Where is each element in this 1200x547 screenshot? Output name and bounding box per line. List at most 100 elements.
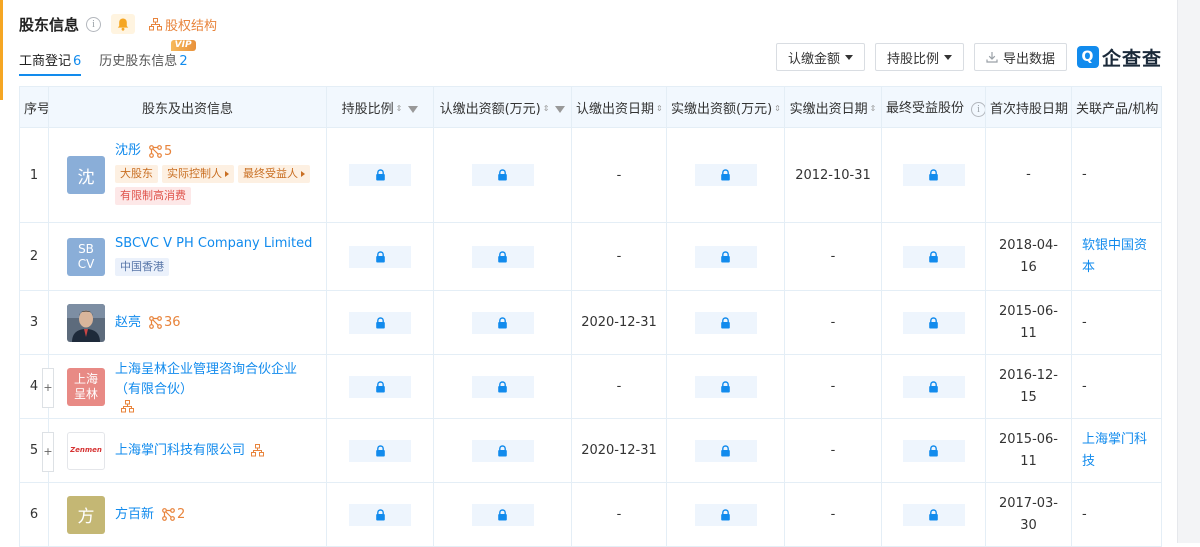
paid-date: - [784, 354, 882, 419]
shareholder-name[interactable]: SBCVC V PH Company Limited [115, 234, 312, 254]
lock-button[interactable] [471, 439, 534, 462]
col-header-shareholder: 股东及出资信息 [48, 86, 327, 128]
filter-icon[interactable] [408, 105, 419, 113]
lock-icon [498, 380, 507, 392]
lock-button[interactable] [471, 503, 534, 526]
lock-icon [498, 169, 507, 181]
subscribed-amount-dropdown[interactable]: 认缴金额 [775, 43, 865, 71]
export-label: 导出数据 [1002, 51, 1055, 67]
paid-date: - [784, 290, 882, 355]
share-ratio-dropdown[interactable]: 持股比例 [874, 43, 964, 71]
lock-button[interactable] [349, 503, 411, 526]
col-header-related: 关联产品/机构 [1071, 86, 1162, 128]
col-header-paid-date[interactable]: 实缴出资日期 ⇕ [784, 86, 882, 128]
shareholder-name[interactable]: 沈彤 [115, 141, 141, 161]
lock-icon [375, 316, 385, 328]
lock-button[interactable] [349, 375, 411, 398]
lock-icon [721, 508, 730, 520]
locked-cell [666, 222, 785, 291]
sort-icon[interactable]: ⇕ [396, 105, 403, 113]
structure-link[interactable] [251, 444, 266, 457]
filter-icon[interactable] [555, 105, 566, 113]
lock-button[interactable] [902, 439, 965, 462]
lock-button[interactable] [471, 375, 534, 398]
relation-count-link[interactable]: 2 [162, 507, 185, 522]
paid-date: - [784, 222, 882, 291]
first-holding-date: 2018-04-16 [985, 222, 1072, 291]
structure-link[interactable] [121, 400, 136, 413]
lock-icon [375, 508, 385, 520]
shareholder-tag: 有限制高消费 [115, 187, 191, 205]
lock-button[interactable] [694, 245, 757, 268]
shareholder-info: 上海呈林企业管理咨询合伙企业（有限合伙） [115, 360, 322, 413]
paid-date: - [784, 482, 882, 547]
col-header-share-ratio[interactable]: 持股比例 ⇕ [326, 86, 434, 128]
lock-button[interactable] [349, 164, 411, 186]
shareholder-name[interactable]: 赵亮 [115, 313, 141, 333]
expand-button[interactable]: + [42, 367, 54, 408]
tab-label: 工商登记 [19, 54, 72, 69]
col-header-subscribed-date[interactable]: 认缴出资日期 ⇕ [571, 86, 667, 128]
shareholder-tag[interactable]: 实际控制人 [162, 165, 234, 183]
col-header-subscribed-amount[interactable]: 认缴出资额(万元) ⇕ [433, 86, 572, 128]
lock-button[interactable] [694, 439, 757, 462]
sort-icon[interactable]: ⇕ [774, 105, 781, 113]
related-product-value[interactable]: 上海掌门科技 [1076, 429, 1152, 473]
lock-button[interactable] [902, 311, 965, 334]
lock-icon [929, 380, 938, 392]
info-icon[interactable]: i [971, 102, 985, 117]
shareholder-cell: 方方百新 2 [48, 482, 327, 547]
col-header-beneficial-share: 最终受益股份 i [881, 86, 986, 128]
lock-button[interactable] [349, 245, 411, 268]
lock-button[interactable] [349, 311, 411, 334]
equity-structure-icon [149, 17, 163, 30]
shareholder-name[interactable]: 方百新 [115, 505, 154, 525]
col-header-index: 序号 [19, 86, 49, 128]
locked-cell [433, 354, 572, 419]
subscribed-date: - [571, 482, 667, 547]
col-header-paid-amount[interactable]: 实缴出资额(万元) ⇕ [666, 86, 785, 128]
locked-cell [326, 418, 434, 483]
locked-cell [326, 290, 434, 355]
shareholder-info: 方百新 2 [115, 505, 185, 525]
shareholder-name[interactable]: 上海呈林企业管理咨询合伙企业（有限合伙） [115, 360, 315, 400]
relation-icon [162, 508, 175, 521]
lock-icon [929, 444, 938, 456]
tab-business-registration[interactable]: 工商登记 6 [19, 50, 82, 76]
bell-icon[interactable] [111, 14, 136, 34]
shareholder-tag: 中国香港 [115, 257, 169, 276]
info-icon[interactable]: i [86, 16, 102, 32]
lock-button[interactable] [902, 245, 965, 268]
caret-down-icon [844, 54, 853, 60]
lock-button[interactable] [902, 375, 965, 398]
lock-button[interactable] [694, 311, 757, 334]
lock-button[interactable] [694, 375, 757, 398]
tab-history-shareholders[interactable]: 历史股东信息 2 VIP [99, 40, 196, 76]
lock-button[interactable] [902, 503, 965, 526]
relation-count-link[interactable]: 36 [149, 315, 181, 330]
equity-structure-link[interactable]: 股权结构 [149, 15, 217, 34]
lock-button[interactable] [471, 164, 534, 186]
lock-button[interactable] [349, 439, 411, 462]
row-index: 6 [19, 482, 49, 547]
lock-button[interactable] [694, 164, 757, 186]
vip-badge: VIP [170, 40, 196, 51]
sort-icon[interactable]: ⇕ [543, 105, 550, 113]
shareholder-name[interactable]: 上海掌门科技有限公司 [115, 441, 245, 461]
sort-icon[interactable]: ⇕ [656, 105, 663, 113]
related-product-value[interactable]: 软银中国资本 [1076, 235, 1152, 279]
lock-button[interactable] [902, 164, 965, 186]
lock-button[interactable] [471, 311, 534, 334]
relation-count-link[interactable]: 5 [149, 144, 172, 159]
expand-button[interactable]: + [42, 431, 54, 472]
lock-button[interactable] [471, 245, 534, 268]
avatar [67, 303, 105, 342]
relation-icon [149, 144, 162, 158]
lock-button[interactable] [694, 503, 757, 526]
lock-icon [721, 250, 730, 262]
export-data-button[interactable]: 导出数据 [973, 43, 1067, 71]
shareholder-tag[interactable]: 最终受益人 [238, 165, 310, 183]
tabs-bar: 工商登记 6 历史股东信息 2 VIP [19, 40, 206, 76]
section-header: 股东信息 i 股权结构 [19, 12, 217, 36]
sort-icon[interactable]: ⇕ [870, 105, 877, 113]
